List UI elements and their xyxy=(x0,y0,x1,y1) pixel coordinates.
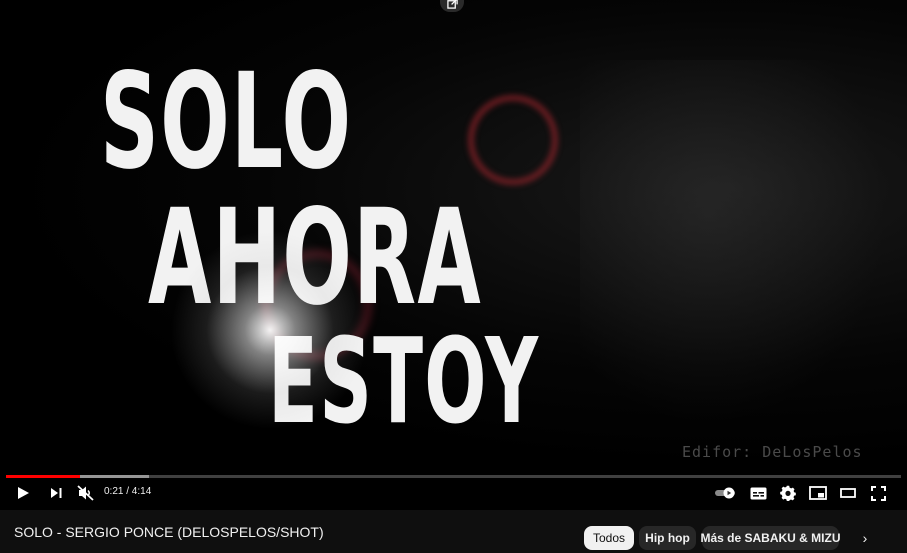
shadow-figure xyxy=(580,60,900,440)
popout-icon xyxy=(446,0,458,9)
settings-button[interactable] xyxy=(777,482,799,504)
video-player[interactable]: SOLO AHORA ESTOY Edifor: DeLosPelos xyxy=(0,0,907,510)
subtitles-button[interactable] xyxy=(747,482,769,504)
video-info-bar: SOLO - SERGIO PONCE (DELOSPELOS/SHOT) To… xyxy=(0,510,907,553)
muted-volume-icon xyxy=(76,485,94,501)
autoplay-toggle-icon xyxy=(715,487,735,499)
theater-mode-button[interactable] xyxy=(837,482,859,504)
light-glare xyxy=(170,230,370,430)
theater-mode-icon xyxy=(840,488,856,498)
overlay-word-solo: SOLO xyxy=(100,45,353,199)
subtitles-icon xyxy=(750,487,766,499)
next-icon xyxy=(50,488,61,498)
editor-watermark: Edifor: DeLosPelos xyxy=(682,443,863,461)
gear-icon xyxy=(780,485,796,501)
player-controls: 0:21 / 4:14 xyxy=(0,478,907,508)
chip-hip-hop[interactable]: Hip hop xyxy=(639,526,696,550)
chip-more-from-channel[interactable]: Más de SABAKU & MIZU xyxy=(701,526,841,550)
chip-all[interactable]: Todos xyxy=(584,526,634,550)
miniplayer-button[interactable] xyxy=(807,482,829,504)
autoplay-toggle[interactable] xyxy=(713,482,739,504)
next-button[interactable] xyxy=(45,482,67,504)
play-icon xyxy=(18,487,29,499)
chips-next-arrow-icon[interactable]: › xyxy=(852,526,878,550)
video-title: SOLO - SERGIO PONCE (DELOSPELOS/SHOT) xyxy=(14,524,324,540)
fullscreen-icon xyxy=(870,485,886,501)
lens-flare-ring xyxy=(468,95,558,185)
video-frame[interactable]: SOLO AHORA ESTOY Edifor: DeLosPelos xyxy=(0,0,907,470)
play-button[interactable] xyxy=(12,482,34,504)
mute-button[interactable] xyxy=(74,482,96,504)
miniplayer-icon xyxy=(809,486,827,500)
fullscreen-button[interactable] xyxy=(867,482,889,504)
time-display: 0:21 / 4:14 xyxy=(104,486,152,497)
